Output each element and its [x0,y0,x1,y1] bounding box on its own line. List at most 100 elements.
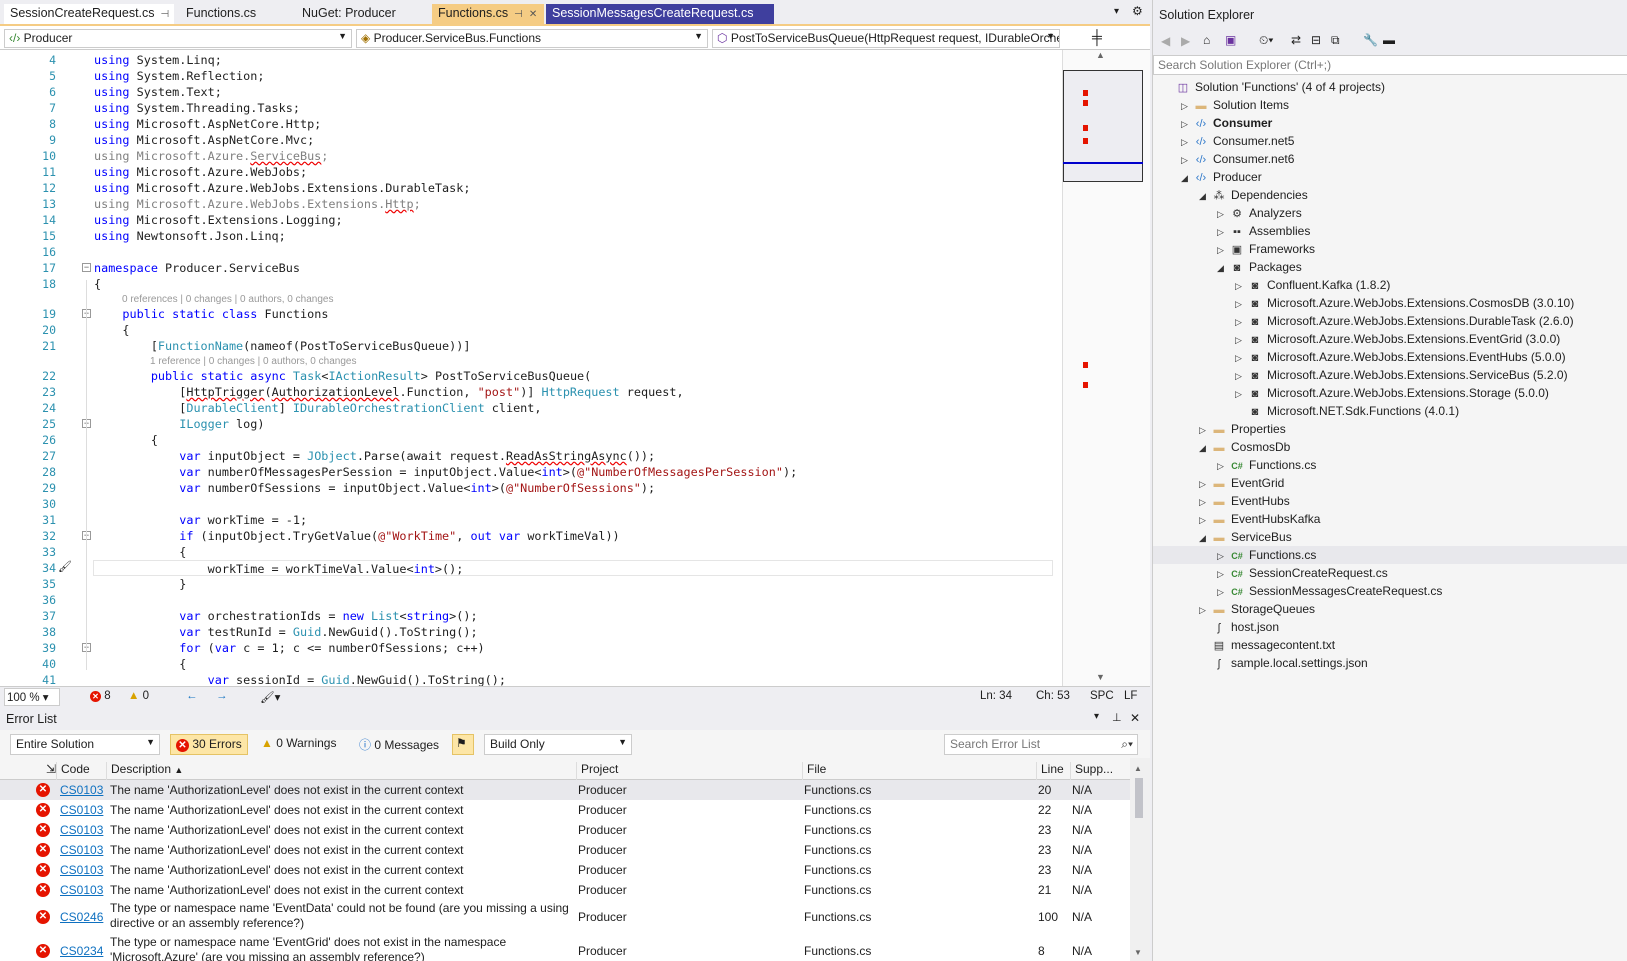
solution-tree-item[interactable]: ▷ ◙ Confluent.Kafka (1.8.2) [1153,276,1627,294]
scroll-down-icon[interactable]: ▼ [1096,672,1105,682]
expand-toggle-icon[interactable]: ▷ [1217,583,1229,601]
whitespace-indicator[interactable]: SPC [1090,690,1114,702]
scope-dropdown[interactable]: Entire Solution ▼ [10,734,160,755]
fold-toggle-icon[interactable]: − [82,263,91,272]
solution-tree-item[interactable]: ▷ C# SessionCreateRequest.cs [1153,564,1627,582]
code-line[interactable]: using System.Text; [94,84,222,100]
code-line[interactable]: using Microsoft.Azure.WebJobs.Extensions… [94,180,470,196]
show-all-files-icon[interactable]: ⧉ [1331,33,1340,48]
error-row[interactable]: ✕ CS0103 The name 'AuthorizationLevel' doe… [0,800,1130,820]
code-line[interactable]: { [94,276,101,292]
solution-tree-item[interactable]: ▷ C# Functions.cs [1153,456,1627,474]
expand-toggle-icon[interactable]: ▷ [1199,511,1211,529]
error-code-link[interactable]: CS0234 [60,944,103,958]
nav-forward-icon[interactable]: → [216,690,228,702]
pin-icon[interactable]: ⊣ [161,9,170,20]
code-line[interactable]: if (inputObject.TryGetValue(@"WorkTime",… [94,528,619,544]
build-dropdown[interactable]: Build Only ▼ [484,734,632,755]
expand-toggle-icon[interactable]: ▷ [1181,115,1193,133]
zoom-dropdown[interactable]: 100 % ▾ [4,688,60,706]
expand-toggle-icon[interactable]: ▷ [1235,367,1247,385]
solution-tree-item[interactable]: ʃ host.json [1153,618,1627,636]
solution-tree-item[interactable]: ◢ ‹/› Producer [1153,168,1627,186]
expand-toggle-icon[interactable]: ▷ [1199,421,1211,439]
scrollbar-minimap[interactable] [1062,50,1150,686]
column-file[interactable]: File [802,762,826,780]
expand-toggle-icon[interactable]: ▷ [1217,565,1229,583]
code-line[interactable]: } [94,576,186,592]
error-code-link[interactable]: CS0103 [60,803,103,817]
member-dropdown[interactable]: ⬡ PostToServiceBusQueue(HttpRequest requ… [712,29,1060,48]
error-row[interactable]: ✕ CS0103 The name 'AuthorizationLevel' doe… [0,820,1130,840]
solution-tree-item[interactable]: ▷ C# SessionMessagesCreateRequest.cs [1153,582,1627,600]
solution-tree-item[interactable]: ▷ ◙ Microsoft.Azure.WebJobs.Extensions.Dur… [1153,312,1627,330]
home-icon[interactable]: ⌂ [1203,33,1210,47]
error-code-link[interactable]: CS0103 [60,823,103,837]
error-search-input[interactable]: Search Error List ⌕▾ [944,734,1138,755]
tab-session-create-request[interactable]: SessionCreateRequest.cs⊣✕ [4,4,174,24]
code-line[interactable]: using Microsoft.Extensions.Logging; [94,212,343,228]
error-row[interactable]: ✕ CS0234 The type or namespace name 'Event… [0,934,1130,961]
error-row[interactable]: ✕ CS0246 The type or namespace name 'Event… [0,900,1130,934]
warnings-filter-button[interactable]: ▲ 0 Warnings [256,734,346,755]
error-code-link[interactable]: CS0103 [60,883,103,897]
properties-wrench-icon[interactable]: 🔧 [1363,33,1378,47]
solution-tree-item[interactable]: ◙ Microsoft.NET.Sdk.Functions (4.0.1) [1153,402,1627,420]
tab-nuget-producer[interactable]: NuGet: Producer [296,4,428,24]
pending-changes-icon[interactable]: ⏲▾ [1259,33,1273,48]
solution-tree-item[interactable]: ▷ ◙ Microsoft.Azure.WebJobs.Extensions.Cos… [1153,294,1627,312]
split-icon[interactable]: ╪ [1092,29,1102,45]
column-description[interactable]: Description ▲ [106,762,183,780]
gear-icon[interactable]: ⚙ [1132,4,1143,18]
close-icon[interactable]: ✕ [1130,711,1140,725]
solution-tree-item[interactable]: ▷ ▬ Properties [1153,420,1627,438]
tab-functions-cs[interactable]: Functions.cs [180,4,286,24]
nav-back-icon[interactable]: ← [186,690,198,702]
solution-tree-item[interactable]: ▷ ▬ StorageQueues [1153,600,1627,618]
error-row[interactable]: ✕ CS0103 The name 'AuthorizationLevel' doe… [0,860,1130,880]
quick-action-brush-icon[interactable]: 🖌 [58,560,72,573]
pin-icon[interactable]: ⊣ [514,9,523,20]
expand-toggle-icon[interactable]: ▷ [1199,493,1211,511]
project-dropdown[interactable]: ‹/› Producer ▼ [4,29,352,48]
tab-overflow-icon[interactable]: ▾ [1114,6,1119,17]
error-code-link[interactable]: CS0103 [60,863,103,877]
solution-tree-item[interactable]: ▷ ‹/› Consumer.net5 [1153,132,1627,150]
expand-toggle-icon[interactable]: ◢ [1217,259,1229,277]
error-code-link[interactable]: CS0246 [60,910,103,924]
close-icon[interactable]: ✕ [529,9,537,20]
expand-toggle-icon[interactable]: ◢ [1181,169,1193,187]
solution-tree-item[interactable]: ▷ ▬ EventHubs [1153,492,1627,510]
column-code[interactable]: Code [56,762,90,780]
solution-tree-item[interactable]: ▷ ◙ Microsoft.Azure.WebJobs.Extensions.Eve… [1153,348,1627,366]
type-dropdown[interactable]: ◈ Producer.ServiceBus.Functions ▼ [356,29,708,48]
solution-tree-item[interactable]: ▷ ◙ Microsoft.Azure.WebJobs.Extensions.Eve… [1153,330,1627,348]
code-line[interactable]: var inputObject = JObject.Parse(await re… [94,448,655,464]
expand-toggle-icon[interactable]: ▷ [1217,547,1229,565]
error-code-link[interactable]: CS0103 [60,783,103,797]
warning-count[interactable]: ▲ 0 [128,690,149,702]
solution-tree-item[interactable]: ▷ ⚙ Analyzers [1153,204,1627,222]
solution-tree-item[interactable]: ʃ sample.local.settings.json [1153,654,1627,672]
code-editor[interactable]: 4 5 6 7 8 9 10 11 12 13 14 15 16 17 18 19 20 21 22 23 24 25 26… [0,50,1150,686]
code-line[interactable]: [FunctionName(nameof(PostToServiceBusQue… [94,338,471,354]
code-line[interactable]: var numberOfSessions = inputObject.Value… [94,480,655,496]
code-line[interactable]: using Microsoft.Azure.WebJobs; [94,164,307,180]
back-icon[interactable]: ◀ [1161,34,1170,48]
line-ending-indicator[interactable]: LF [1124,690,1137,702]
code-line[interactable]: namespace Producer.ServiceBus [94,260,300,276]
expand-toggle-icon[interactable]: ▷ [1217,457,1229,475]
code-line[interactable]: for (var c = 1; c <= numberOfSessions; c… [94,640,484,656]
code-line[interactable]: { [94,544,186,560]
code-line[interactable]: using Microsoft.Azure.WebJobs.Extensions… [94,196,421,212]
code-line[interactable]: var sessionId = Guid.NewGuid().ToString(… [94,672,506,686]
code-line[interactable]: using System.Reflection; [94,68,264,84]
scroll-down-icon[interactable]: ▼ [1134,948,1142,957]
expand-toggle-icon[interactable]: ▷ [1199,475,1211,493]
tab-session-messages-create-request[interactable]: SessionMessagesCreateRequest.cs [546,4,774,24]
expand-toggle-icon[interactable]: ◢ [1199,439,1211,457]
code-line[interactable]: using Microsoft.Azure.ServiceBus; [94,148,328,164]
expand-toggle-icon[interactable]: ▷ [1235,277,1247,295]
scrollbar-thumb[interactable] [1135,778,1143,818]
code-line[interactable]: var numberOfMessagesPerSession = inputOb… [94,464,797,480]
